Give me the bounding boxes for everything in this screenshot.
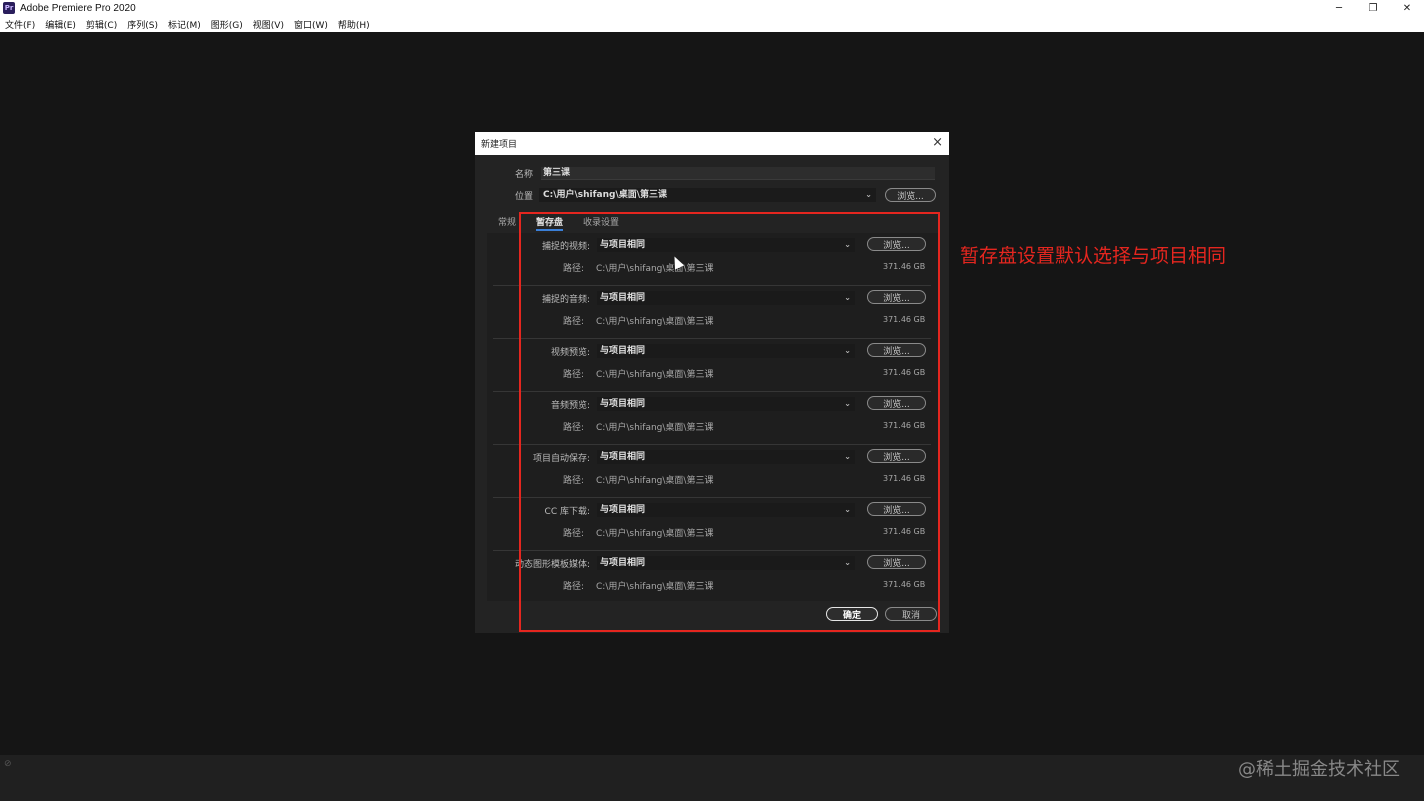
close-window-button[interactable]: ✕ <box>1390 0 1424 16</box>
tab-general[interactable]: 常规 <box>498 215 516 228</box>
menu-view[interactable]: 视图(V) <box>253 18 284 31</box>
dialog-title-bar: 新建项目 × <box>475 132 949 155</box>
location-browse-button[interactable]: 浏览... <box>885 188 936 202</box>
restore-button[interactable]: ❐ <box>1356 0 1390 16</box>
minimize-button[interactable]: ─ <box>1322 0 1356 16</box>
menu-clip[interactable]: 剪辑(C) <box>86 18 117 31</box>
window-controls: ─ ❐ ✕ <box>1322 0 1424 16</box>
dialog-close-icon[interactable]: × <box>932 135 943 151</box>
menu-bar: 文件(F) 编辑(E) 剪辑(C) 序列(S) 标记(M) 图形(G) 视图(V… <box>0 16 1424 32</box>
name-row: 名称 第三课 <box>475 167 935 180</box>
annotation-highlight-box <box>519 212 940 632</box>
location-value: C:\用户\shifang\桌面\第三课 <box>543 190 668 200</box>
menu-file[interactable]: 文件(F) <box>5 18 35 31</box>
menu-graphics[interactable]: 图形(G) <box>211 18 243 31</box>
location-label: 位置 <box>514 191 533 202</box>
menu-edit[interactable]: 编辑(E) <box>45 18 76 31</box>
window-title: Adobe Premiere Pro 2020 <box>20 2 136 14</box>
location-row: 位置 C:\用户\shifang\桌面\第三课 ⌄ 浏览... <box>475 188 936 202</box>
watermark: @稀土掘金技术社区 <box>1238 759 1400 780</box>
title-bar: Pr Adobe Premiere Pro 2020 ─ ❐ ✕ <box>0 0 1424 16</box>
dialog-title: 新建项目 <box>481 140 518 150</box>
menu-help[interactable]: 帮助(H) <box>338 18 370 31</box>
menu-sequence[interactable]: 序列(S) <box>127 18 158 31</box>
project-name-input[interactable]: 第三课 <box>541 167 935 180</box>
chevron-down-icon: ⌄ <box>865 190 872 199</box>
menu-window[interactable]: 窗口(W) <box>294 18 328 31</box>
location-select[interactable]: C:\用户\shifang\桌面\第三课 ⌄ <box>539 188 876 202</box>
status-bar: ⊘ @稀土掘金技术社区 <box>0 755 1424 801</box>
annotation-caption: 暂存盘设置默认选择与项目相同 <box>960 245 1227 267</box>
status-icon: ⊘ <box>4 759 12 769</box>
menu-markers[interactable]: 标记(M) <box>168 18 201 31</box>
name-label: 名称 <box>514 170 533 180</box>
premiere-app-icon: Pr <box>3 2 15 14</box>
